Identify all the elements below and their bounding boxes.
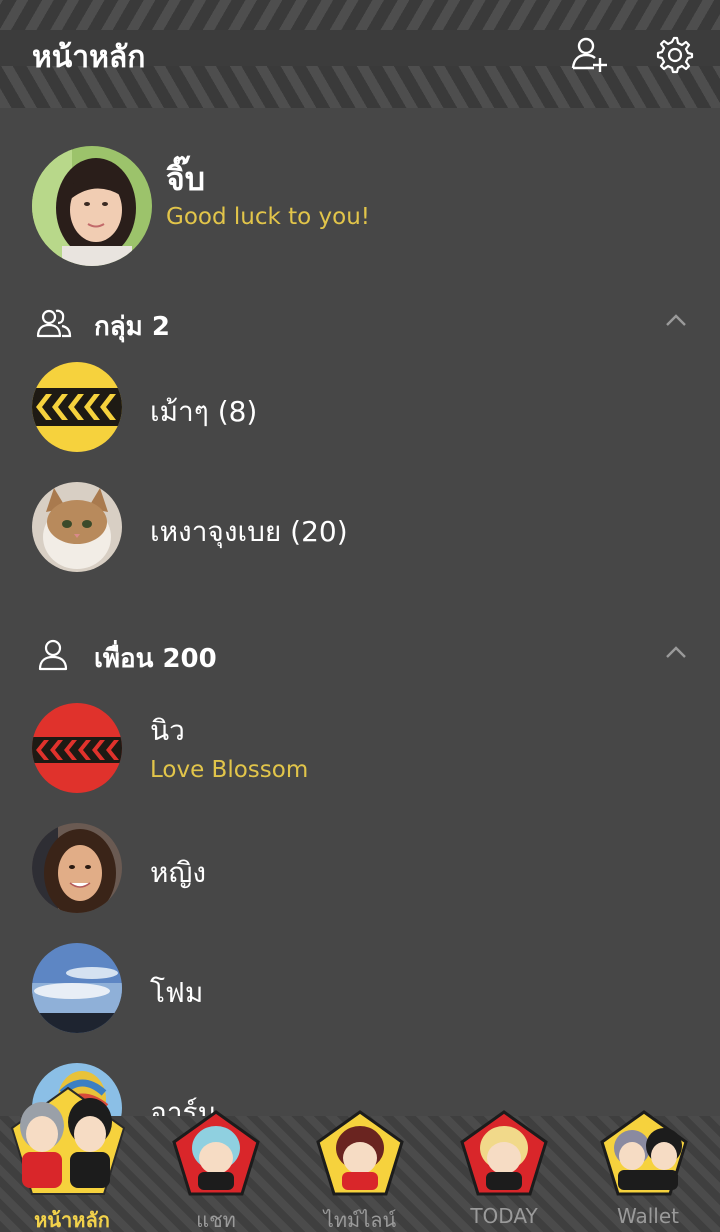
group-avatar (32, 362, 122, 452)
friend-row[interactable]: นิว Love Blossom (0, 693, 720, 803)
tab-timeline[interactable]: ไทม์ไลน์ (288, 1110, 432, 1232)
tab-label: Wallet (616, 1204, 679, 1228)
group-row[interactable]: เม้าๆ (8) (0, 352, 720, 462)
gear-icon[interactable] (654, 34, 694, 74)
group-icon (36, 309, 72, 338)
groups-section-title: กลุ่ม 2 (94, 312, 170, 342)
wallet-tab-icon (600, 1110, 688, 1196)
profile-name[interactable]: จิ๊บ (166, 154, 205, 205)
tab-chat[interactable]: แชท (144, 1110, 288, 1232)
friend-status-message: Love Blossom (150, 757, 309, 783)
chevron-up-icon[interactable] (664, 312, 688, 328)
group-avatar (32, 482, 122, 572)
header-chevron-pattern (0, 0, 720, 34)
group-row[interactable]: เหงาจุงเบย (20) (0, 472, 720, 582)
friend-row[interactable]: โฟม (0, 933, 720, 1043)
tab-label: หน้าหลัก (34, 1208, 110, 1232)
person-icon (38, 639, 68, 671)
add-friend-icon[interactable] (570, 34, 610, 74)
friend-row[interactable]: หญิง (0, 813, 720, 923)
friend-avatar (32, 703, 122, 793)
bottom-tab-bar: หน้าหลัก แชท ไทม์ไลน์ TODAY Wallet (0, 1086, 720, 1232)
group-name: เม้าๆ (8) (150, 395, 258, 428)
group-name: เหงาจุงเบย (20) (150, 515, 348, 548)
home-tab-icon (10, 1086, 126, 1195)
top-bar: หน้าหลัก (0, 0, 720, 108)
friend-name: นิว (150, 714, 185, 747)
friend-avatar (32, 823, 122, 913)
groups-section-header[interactable]: กลุ่ม 2 (0, 298, 720, 348)
friend-name: หญิง (150, 856, 206, 889)
tab-home[interactable]: หน้าหลัก (0, 1086, 144, 1232)
tab-label: ไทม์ไลน์ (323, 1208, 397, 1232)
profile-status-message: Good luck to you! (166, 204, 371, 230)
timeline-tab-icon (316, 1110, 404, 1196)
today-tab-icon (460, 1110, 548, 1196)
friend-name: โฟม (150, 976, 204, 1009)
chevron-up-icon[interactable] (664, 644, 688, 660)
profile-avatar[interactable] (32, 146, 152, 266)
friends-section-title: เพื่อน 200 (94, 644, 217, 674)
tab-label: แชท (196, 1208, 236, 1232)
chat-tab-icon (172, 1110, 260, 1196)
page-title: หน้าหลัก (32, 40, 146, 75)
friend-avatar (32, 943, 122, 1033)
tab-today[interactable]: TODAY (432, 1110, 576, 1232)
friends-section-header[interactable]: เพื่อน 200 (0, 630, 720, 680)
tab-label: TODAY (470, 1204, 538, 1228)
tab-wallet[interactable]: Wallet (576, 1110, 720, 1232)
